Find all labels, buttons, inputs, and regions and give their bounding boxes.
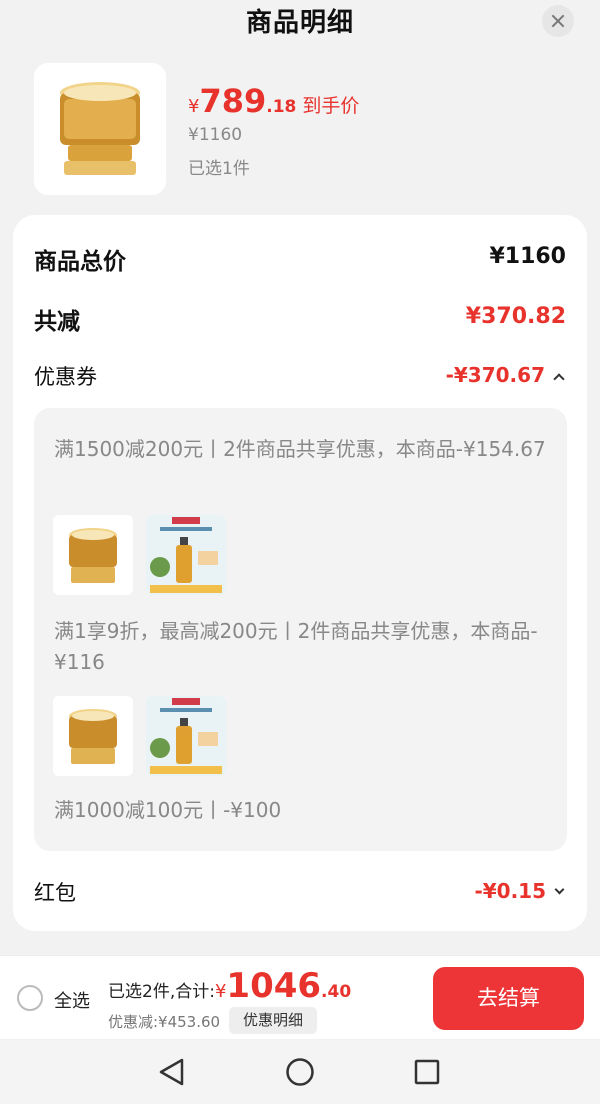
- checkout-bar: 全选 已选2件,合计:¥1046.40 优惠减:¥453.60 优惠明细 去结算: [0, 955, 600, 1039]
- coupon-item-3: 满1000减100元丨-¥100: [54, 798, 282, 822]
- product-thumb-cream: [53, 515, 133, 595]
- redpacket-toggle[interactable]: -¥0.15: [474, 879, 565, 903]
- product-thumb-oil: [146, 696, 226, 776]
- redpacket-value: -¥0.15: [474, 879, 546, 903]
- total-label: 已选2件,合计:: [108, 982, 215, 1002]
- coupon-label: 优惠券: [34, 365, 97, 389]
- total-reduce-label: 共减: [34, 309, 80, 335]
- checkout-button[interactable]: 去结算: [433, 967, 584, 1030]
- nav-recent-icon[interactable]: [414, 1059, 440, 1085]
- order-total: 已选2件,合计:¥1046.40: [108, 966, 351, 1006]
- price-decimal: .18: [266, 97, 297, 117]
- coupon-toggle[interactable]: -¥370.67: [445, 363, 565, 387]
- product-thumb-cream: [53, 696, 133, 776]
- currency-symbol: ¥: [188, 96, 200, 117]
- page-title: 商品明细: [245, 8, 354, 38]
- discount-amount: 优惠减:¥453.60: [108, 1013, 221, 1031]
- chevron-up-icon: [553, 372, 565, 385]
- redpacket-label: 红包: [34, 881, 76, 905]
- coupon-detail-panel: 满1500减200元丨2件商品共享优惠，本商品-¥154.67 满1享9折，最高…: [34, 408, 567, 851]
- total-reduce-value: ¥370.82: [465, 304, 566, 329]
- product-final-price: ¥789.18 到手价: [188, 82, 359, 120]
- product-selected-count: 已选1件: [188, 159, 250, 179]
- coupon-item-1: 满1500减200元丨2件商品共享优惠，本商品-¥154.67: [54, 437, 546, 461]
- total-integer: 1046: [226, 966, 322, 1006]
- total-price-value: ¥1160: [489, 244, 566, 269]
- total-price-label: 商品总价: [34, 249, 126, 275]
- price-detail-card: 商品总价 ¥1160 共减 ¥370.82 优惠券 -¥370.67 满1500…: [13, 215, 587, 931]
- select-all-checkbox[interactable]: [17, 985, 43, 1011]
- total-currency: ¥: [214, 981, 227, 1002]
- select-all-label[interactable]: 全选: [54, 987, 90, 1013]
- product-thumbnail: [34, 63, 166, 195]
- total-decimal: .40: [321, 982, 352, 1002]
- chevron-down-icon: [554, 884, 565, 895]
- price-integer: 789: [199, 82, 267, 120]
- product-thumb-oil: [146, 515, 226, 595]
- close-icon[interactable]: [542, 5, 574, 37]
- nav-back-icon[interactable]: [159, 1058, 184, 1086]
- modal-header: 商品明细: [0, 0, 600, 46]
- coupon-item-2: 满1享9折，最高减200元丨2件商品共享优惠，本商品-¥116: [54, 619, 538, 674]
- coupon-value: -¥370.67: [445, 363, 545, 387]
- price-tag: 到手价: [302, 95, 360, 117]
- product-original-price: ¥1160: [188, 125, 243, 145]
- nav-home-icon[interactable]: [286, 1058, 314, 1086]
- system-nav-bar: [0, 1040, 600, 1104]
- discount-detail-button[interactable]: 优惠明细: [229, 1007, 317, 1034]
